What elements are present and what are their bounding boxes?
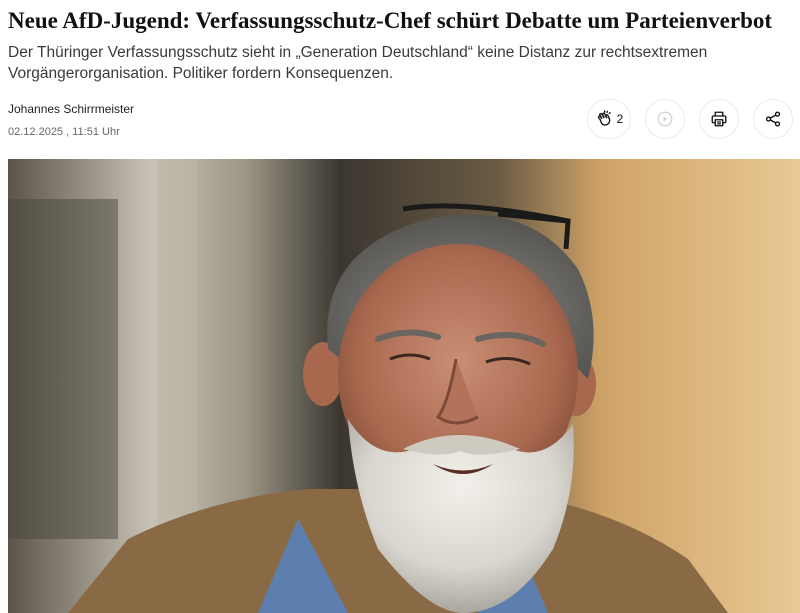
- clap-button[interactable]: 2: [587, 99, 631, 139]
- play-icon: [656, 110, 674, 128]
- publish-time: 11:51 Uhr: [72, 126, 120, 138]
- author-name[interactable]: Johannes Schirrmeister: [8, 102, 134, 116]
- article-headline: Neue AfD-Jugend: Verfassungsschutz-Chef …: [8, 8, 773, 33]
- print-icon: [710, 110, 728, 128]
- share-button[interactable]: [753, 99, 793, 139]
- clap-count: 2: [616, 112, 624, 126]
- article-hero-image[interactable]: [8, 159, 800, 613]
- publish-date: 02.12.2025: [8, 126, 64, 138]
- article-actions: 2: [587, 99, 793, 139]
- print-button[interactable]: [699, 99, 739, 139]
- publish-dateline: 02.12.2025 , 11:51 Uhr: [8, 126, 120, 138]
- audio-play-button[interactable]: [645, 99, 685, 139]
- article-teaser: Der Thüringer Verfassungsschutz sieht in…: [8, 44, 708, 82]
- man-with-grey-beard-photo: [8, 159, 800, 613]
- share-icon: [764, 110, 782, 128]
- clap-icon: [595, 110, 613, 128]
